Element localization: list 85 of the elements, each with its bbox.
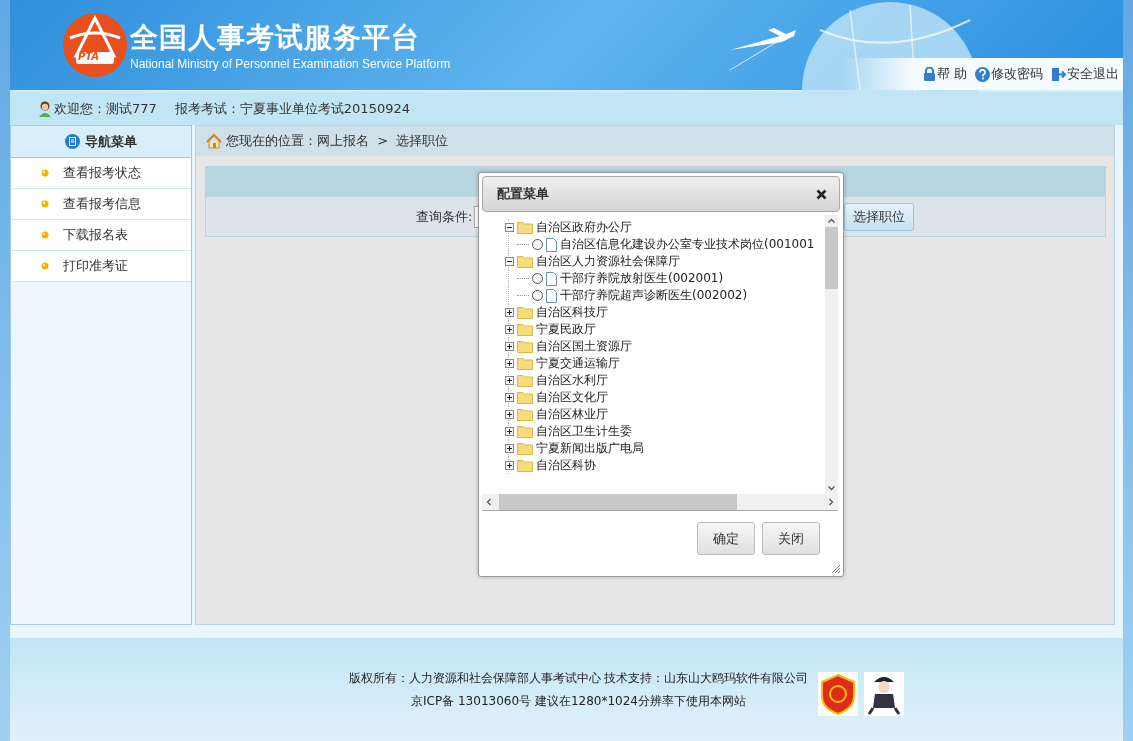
welcome-text: 欢迎您：测试777 — [54, 99, 157, 118]
resize-grip-icon[interactable] — [831, 564, 841, 574]
folder-icon — [517, 374, 533, 387]
folder-icon — [517, 357, 533, 370]
sidebar-item[interactable]: 查看报考信息 — [11, 189, 191, 220]
folder-icon — [517, 459, 533, 472]
breadcrumb-text: 您现在的位置：网上报名 > 选择职位 — [226, 132, 449, 150]
emblem-icon — [818, 671, 859, 716]
footer-text: 版权所有：人力资源和社会保障部人事考试中心 技术支持：山东山大鸥玛软件有限公司 — [348, 669, 809, 687]
expand-icon[interactable] — [505, 461, 514, 470]
dialog-title: 配置菜单 — [497, 185, 549, 203]
tree-node[interactable]: 宁夏民政厅 — [536, 321, 596, 338]
expand-icon[interactable] — [505, 393, 514, 402]
vertical-scrollbar[interactable] — [825, 215, 838, 494]
folder-icon — [517, 425, 533, 438]
site-subtitle: National Ministry of Personnel Examination Service Platform — [130, 57, 451, 71]
user-icon — [38, 100, 52, 117]
lock-icon — [922, 67, 936, 81]
expand-icon[interactable] — [505, 325, 514, 334]
folder-icon — [517, 255, 533, 268]
sidebar-item[interactable]: 查看报考状态 — [11, 158, 191, 189]
tree-node[interactable]: 自治区文化厅 — [536, 389, 608, 406]
folder-icon — [517, 442, 533, 455]
bullet-icon — [41, 200, 49, 208]
collapse-icon[interactable] — [505, 257, 514, 266]
collapse-icon[interactable] — [505, 223, 514, 232]
tree-node[interactable]: 宁夏新闻出版广电局 — [536, 440, 644, 457]
scroll-thumb[interactable] — [825, 227, 838, 289]
dialog-button[interactable]: 确定 — [697, 522, 755, 555]
footer-text: 京ICP备 13013060号 建议在1280*1024分辨率下使用本网站 — [411, 692, 746, 710]
tree-node[interactable]: 自治区国土资源厅 — [536, 338, 632, 355]
radio-button[interactable] — [532, 290, 543, 301]
site-title: 全国人事考试服务平台 — [130, 20, 421, 56]
folder-icon — [517, 408, 533, 421]
help-icon — [975, 66, 990, 82]
tree-node[interactable]: 自治区政府办公厅 — [536, 219, 632, 236]
expand-icon[interactable] — [505, 410, 514, 419]
expand-icon[interactable] — [505, 308, 514, 317]
tree-leaf[interactable]: 干部疗养院超声诊断医生(002002) — [560, 287, 748, 304]
select-position-button[interactable]: 选择职位 — [844, 202, 915, 231]
close-icon[interactable] — [816, 188, 827, 200]
expand-icon[interactable] — [505, 376, 514, 385]
tree-node[interactable]: 自治区水利厅 — [536, 372, 608, 389]
tree-node[interactable]: 自治区卫生计生委 — [536, 423, 632, 440]
home-icon — [206, 133, 222, 149]
header-link[interactable]: 修改密码 — [975, 65, 1043, 83]
folder-icon — [517, 340, 533, 353]
expand-icon[interactable] — [505, 427, 514, 436]
tree-leaf[interactable]: 自治区信息化建设办公室专业技术岗位(001001 — [560, 236, 815, 253]
dialog-button[interactable]: 关闭 — [762, 522, 820, 555]
document-icon — [546, 271, 557, 286]
tree-node[interactable]: 宁夏交通运输厅 — [536, 355, 620, 372]
tree-leaf[interactable]: 干部疗养院放射医生(002001) — [560, 270, 724, 287]
horizontal-scrollbar[interactable] — [482, 494, 838, 510]
folder-icon — [517, 391, 533, 404]
expand-icon[interactable] — [505, 359, 514, 368]
logo-icon — [62, 12, 128, 78]
header-link[interactable]: 安全退出 — [1051, 65, 1119, 83]
radio-button[interactable] — [532, 239, 543, 250]
sidebar-item[interactable]: 下载报名表 — [11, 220, 191, 251]
sidebar-title: 导航菜单 — [85, 132, 137, 151]
document-icon — [546, 288, 557, 303]
expand-icon[interactable] — [505, 342, 514, 351]
police-figure-icon — [864, 671, 905, 716]
tree-node[interactable]: 自治区科协 — [536, 457, 596, 474]
query-label: 查询条件: — [416, 207, 473, 226]
bullet-icon — [41, 231, 49, 239]
sidebar-item[interactable]: 打印准考证 — [11, 251, 191, 282]
logo-text: PTA — [78, 51, 100, 63]
tree-node[interactable]: 自治区科技厅 — [536, 304, 608, 321]
menu-icon — [65, 134, 80, 149]
header-link[interactable]: 帮 助 — [922, 65, 967, 83]
document-icon — [546, 237, 557, 252]
logout-icon — [1051, 66, 1066, 82]
bullet-icon — [41, 169, 49, 177]
tree-node[interactable]: 自治区人力资源社会保障厅 — [536, 253, 680, 270]
radio-button[interactable] — [532, 273, 543, 284]
expand-icon[interactable] — [505, 444, 514, 453]
exam-text: 报考考试：宁夏事业单位考试20150924 — [174, 99, 410, 118]
tree-node[interactable]: 自治区林业厅 — [536, 406, 608, 423]
bullet-icon — [41, 262, 49, 270]
folder-icon — [517, 306, 533, 319]
folder-icon — [517, 221, 533, 234]
folder-icon — [517, 323, 533, 336]
scroll-thumb[interactable] — [499, 494, 737, 510]
